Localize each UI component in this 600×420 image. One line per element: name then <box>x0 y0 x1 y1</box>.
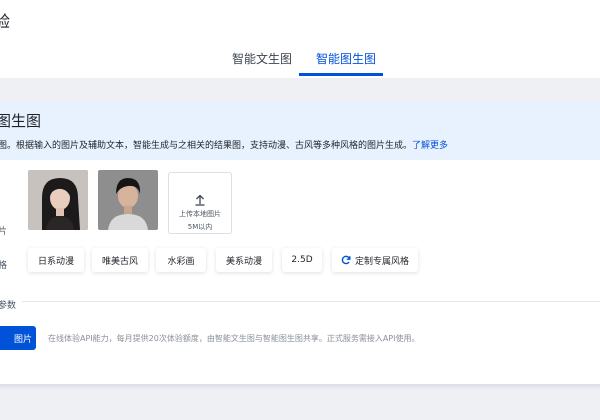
generate-image-button[interactable]: 图片 <box>0 326 36 350</box>
card-shadow <box>0 384 600 390</box>
style-chip-american-anime[interactable]: 美系动漫 <box>216 248 272 272</box>
description-text: 图。根据输入的图片及辅助文本，智能生成与之相关的结果图，支持动漫、古风等多种风格… <box>0 141 413 151</box>
intro-banner: 图生图 图。根据输入的图片及辅助文本，智能生成与之相关的结果图，支持动漫、古风等… <box>0 102 600 160</box>
upload-local-image[interactable]: 上传本地图片 5M以内 <box>168 172 232 234</box>
custom-style-button[interactable]: 定制专属风格 <box>332 248 418 272</box>
tab-text-to-image[interactable]: 智能文生图 <box>232 50 292 67</box>
sample-portrait-woman <box>28 170 88 230</box>
top-bar: 验 智能文生图 智能图生图 <box>0 0 600 78</box>
active-tab-indicator <box>299 73 383 76</box>
sample-image-woman[interactable] <box>28 170 88 230</box>
params-label: 参数 <box>0 301 17 311</box>
refresh-icon <box>341 255 351 265</box>
main-card: 图生图 图。根据输入的图片及辅助文本，智能生成与之相关的结果图，支持动漫、古风等… <box>0 102 600 384</box>
style-chip-ancient-style[interactable]: 唯美古风 <box>92 248 148 272</box>
page-title: 验 <box>0 12 11 31</box>
section-divider <box>22 301 600 302</box>
sample-portrait-man <box>98 170 158 230</box>
intro-description: 图。根据输入的图片及辅助文本，智能生成与之相关的结果图，支持动漫、古风等多种风格… <box>0 138 448 151</box>
learn-more-link[interactable]: 了解更多 <box>412 141 448 151</box>
style-chip-watercolor[interactable]: 水彩画 <box>156 248 206 272</box>
custom-style-label: 定制专属风格 <box>354 256 409 267</box>
style-chip-japanese-anime[interactable]: 日系动漫 <box>28 248 84 272</box>
usage-note: 在线体验API能力，每月提供20次体验额度，由智能文生图与智能图生图共享。正式服… <box>48 334 420 343</box>
sample-image-man[interactable] <box>98 170 158 230</box>
upload-label: 上传本地图片 <box>179 210 221 218</box>
section-title: 图生图 <box>0 112 42 130</box>
image-field-label: 片 <box>0 227 8 237</box>
style-field-label: 格 <box>0 261 8 271</box>
style-chip-2-5d[interactable]: 2.5D <box>282 248 322 272</box>
upload-size-hint: 5M以内 <box>187 223 213 231</box>
upload-arrow-icon <box>194 191 206 210</box>
tab-image-to-image[interactable]: 智能图生图 <box>316 50 376 67</box>
